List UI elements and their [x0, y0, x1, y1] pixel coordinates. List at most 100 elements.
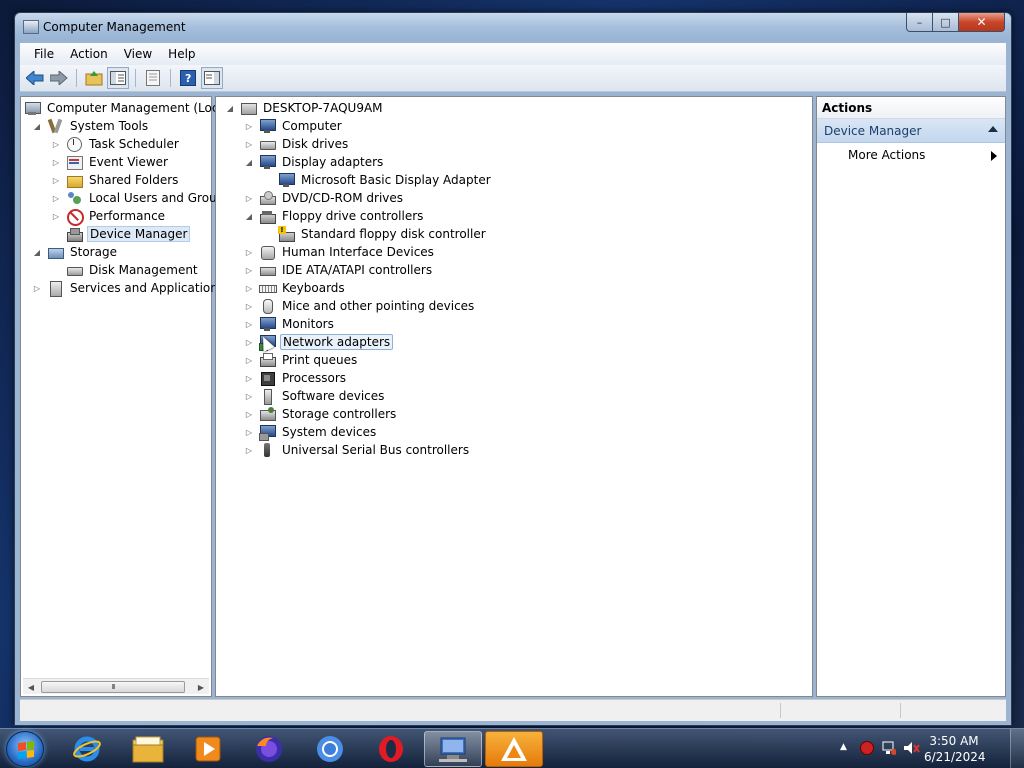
tree-item-system-tools[interactable]: ◢ System Tools	[31, 117, 150, 135]
expand-triangle-icon[interactable]: ▷	[243, 390, 255, 402]
expand-triangle-icon[interactable]: ▷	[243, 246, 255, 258]
collapse-triangle-icon[interactable]: ◢	[31, 246, 43, 258]
collapse-triangle-icon[interactable]: ◢	[243, 210, 255, 222]
tree-item-computer-management[interactable]: Computer Management (Local	[24, 99, 231, 117]
expand-triangle-icon[interactable]: ▷	[243, 426, 255, 438]
expand-triangle-icon[interactable]: ▷	[243, 408, 255, 420]
taskbar-media-player[interactable]	[179, 731, 237, 767]
title-bar[interactable]: Computer Management – □ ✕	[15, 13, 1011, 41]
device-standard-floppy-disk-controller[interactable]: Standard floppy disk controller	[278, 225, 488, 243]
menu-help[interactable]: Help	[160, 47, 203, 61]
show-hide-tree-icon[interactable]	[107, 67, 129, 89]
tree-item-label: Human Interface Devices	[282, 245, 434, 259]
expand-triangle-icon[interactable]: ▷	[243, 138, 255, 150]
taskbar-opera[interactable]	[362, 731, 420, 767]
expand-triangle-icon[interactable]: ▷	[243, 318, 255, 330]
expand-triangle-icon[interactable]: ▷	[31, 282, 43, 294]
device-category-human-interface-devices[interactable]: ▷ Human Interface Devices	[243, 243, 436, 261]
expand-triangle-icon[interactable]: ▷	[50, 156, 62, 168]
tree-item-local-users-and-groups[interactable]: ▷ Local Users and Groups	[50, 189, 233, 207]
collapse-triangle-icon[interactable]: ◢	[224, 102, 236, 114]
tree-item-task-scheduler[interactable]: ▷ Task Scheduler	[50, 135, 181, 153]
taskbar-avast[interactable]	[485, 731, 543, 767]
expand-triangle-icon[interactable]: ▷	[243, 444, 255, 456]
show-desktop-button[interactable]	[1010, 729, 1024, 768]
network-tray-icon[interactable]	[882, 741, 897, 755]
taskbar-computer-management[interactable]	[424, 731, 482, 767]
expand-triangle-icon[interactable]: ▷	[50, 174, 62, 186]
toolbar-separator	[76, 69, 77, 87]
expand-triangle-icon[interactable]: ▷	[243, 354, 255, 366]
start-button[interactable]	[6, 731, 44, 767]
expand-triangle-icon[interactable]: ▷	[243, 192, 255, 204]
tree-item-label: Shared Folders	[89, 173, 179, 187]
menu-view[interactable]: View	[116, 47, 160, 61]
expand-triangle-icon[interactable]: ▷	[243, 372, 255, 384]
properties-icon[interactable]	[142, 67, 164, 89]
device-category-storage-controllers[interactable]: ▷ Storage controllers	[243, 405, 398, 423]
scroll-thumb[interactable]: III	[41, 681, 185, 693]
device-category-disk-drives[interactable]: ▷ Disk drives	[243, 135, 350, 153]
device-category-mice[interactable]: ▷ Mice and other pointing devices	[243, 297, 476, 315]
show-hide-action-pane-icon[interactable]	[201, 67, 223, 89]
tree-item-disk-management[interactable]: Disk Management	[66, 261, 200, 279]
expand-triangle-icon[interactable]: ▷	[243, 264, 255, 276]
taskbar-internet-explorer[interactable]	[58, 731, 116, 767]
show-hidden-icons-icon[interactable]: ▲	[840, 742, 854, 756]
taskbar-chrome[interactable]	[301, 731, 359, 767]
back-arrow-icon[interactable]	[24, 67, 46, 89]
collapse-triangle-icon[interactable]: ◢	[243, 156, 255, 168]
device-category-dvd-cd-rom-drives[interactable]: ▷ DVD/CD-ROM drives	[243, 189, 405, 207]
tree-item-label: Floppy drive controllers	[282, 209, 424, 223]
device-category-computer[interactable]: ▷ Computer	[243, 117, 344, 135]
tree-item-services-and-applications[interactable]: ▷ Services and Applications	[31, 279, 226, 297]
more-actions-item[interactable]: More Actions	[817, 146, 1005, 166]
volume-muted-icon[interactable]	[904, 741, 920, 755]
tree-item-device-manager[interactable]: Device Manager	[66, 225, 191, 243]
taskbar-file-explorer[interactable]	[119, 731, 177, 767]
collapse-triangle-icon[interactable]: ◢	[31, 120, 43, 132]
device-tree-root[interactable]: ◢ DESKTOP-7AQU9AM	[224, 99, 385, 117]
device-category-floppy-drive-controllers[interactable]: ◢ Floppy drive controllers	[243, 207, 425, 225]
device-category-usb-controllers[interactable]: ▷ Universal Serial Bus controllers	[243, 441, 471, 459]
scroll-right-arrow-icon[interactable]: ▶	[193, 679, 209, 695]
tree-item-label: Mice and other pointing devices	[282, 299, 475, 313]
device-category-print-queues[interactable]: ▷ Print queues	[243, 351, 359, 369]
event-viewer-icon	[66, 154, 83, 170]
close-button[interactable]: ✕	[959, 13, 1005, 32]
tree-item-storage[interactable]: ◢ Storage	[31, 243, 119, 261]
horizontal-scrollbar[interactable]: ◀ III ▶	[23, 678, 209, 694]
minimize-button[interactable]: –	[906, 13, 933, 32]
device-category-processors[interactable]: ▷ Processors	[243, 369, 348, 387]
tray-clock[interactable]: 3:50 AM 6/21/2024	[924, 733, 986, 765]
antivirus-tray-icon[interactable]	[860, 741, 874, 755]
menu-file[interactable]: File	[26, 47, 62, 61]
tree-item-performance[interactable]: ▷ Performance	[50, 207, 167, 226]
menu-action[interactable]: Action	[62, 47, 116, 61]
maximize-button[interactable]: □	[933, 13, 959, 32]
actions-group-device-manager[interactable]: Device Manager	[817, 119, 1005, 143]
device-category-keyboards[interactable]: ▷ Keyboards	[243, 279, 347, 297]
device-category-software-devices[interactable]: ▷ Software devices	[243, 387, 386, 405]
help-icon[interactable]: ?	[177, 67, 199, 89]
scroll-left-arrow-icon[interactable]: ◀	[23, 679, 39, 695]
forward-arrow-icon[interactable]	[48, 67, 70, 89]
expand-triangle-icon[interactable]: ▷	[243, 120, 255, 132]
device-microsoft-basic-display-adapter[interactable]: Microsoft Basic Display Adapter	[278, 171, 493, 189]
keyboard-icon	[259, 280, 277, 296]
device-category-display-adapters[interactable]: ◢ Display adapters	[243, 153, 385, 171]
device-category-system-devices[interactable]: ▷ System devices	[243, 423, 378, 441]
expand-triangle-icon[interactable]: ▷	[50, 192, 62, 204]
up-folder-icon[interactable]	[83, 67, 105, 89]
collapse-up-icon[interactable]	[988, 126, 998, 132]
tree-item-shared-folders[interactable]: ▷ Shared Folders	[50, 171, 180, 189]
expand-triangle-icon[interactable]: ▷	[243, 336, 255, 348]
tree-item-event-viewer[interactable]: ▷ Event Viewer	[50, 153, 170, 171]
taskbar-firefox[interactable]	[240, 731, 298, 767]
expand-triangle-icon[interactable]: ▷	[50, 138, 62, 150]
device-category-ide-ata-atapi-controllers[interactable]: ▷ IDE ATA/ATAPI controllers	[243, 261, 434, 279]
expand-triangle-icon[interactable]: ▷	[243, 282, 255, 294]
device-category-monitors[interactable]: ▷ Monitors	[243, 315, 336, 333]
expand-triangle-icon[interactable]: ▷	[243, 300, 255, 312]
expand-triangle-icon[interactable]: ▷	[50, 210, 62, 222]
